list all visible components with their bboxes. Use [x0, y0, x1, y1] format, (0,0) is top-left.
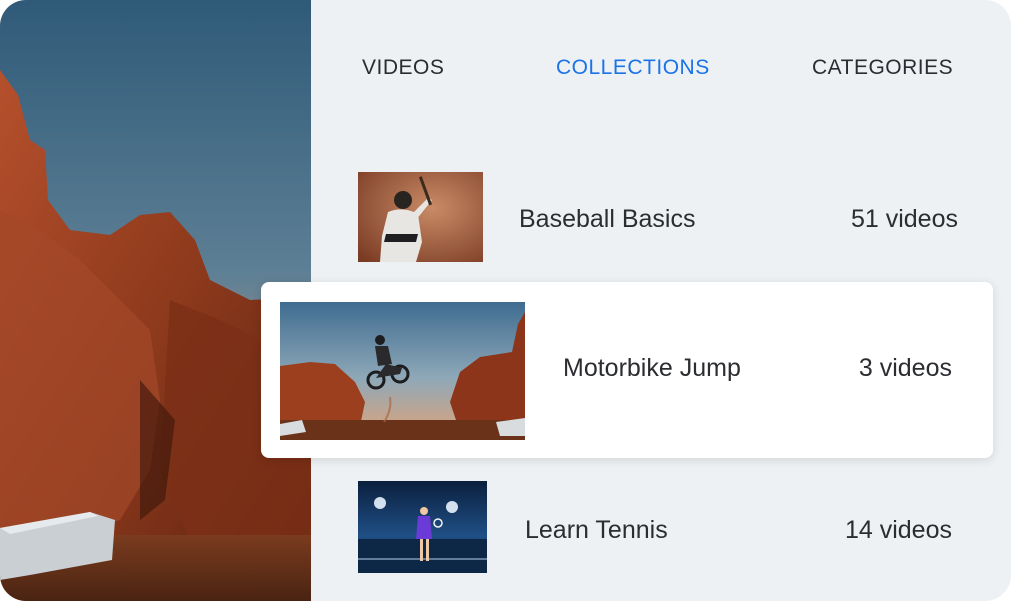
collection-count: 51 videos [850, 205, 958, 233]
collection-row-motorbike[interactable]: Motorbike Jump 3 videos [261, 282, 993, 458]
tab-collections[interactable]: COLLECTIONS [556, 56, 710, 80]
tab-categories[interactable]: CATEGORIES [812, 56, 953, 80]
collection-row-tennis[interactable]: Learn Tennis 14 videos [358, 481, 978, 573]
collection-title: Baseball Basics [519, 205, 696, 233]
collection-title: Learn Tennis [525, 516, 668, 544]
tennis-thumbnail [358, 481, 487, 573]
collection-row-baseball[interactable]: Baseball Basics 51 videos [358, 172, 978, 264]
collection-count: 14 videos [844, 516, 952, 544]
tab-videos[interactable]: VIDEOS [362, 56, 444, 80]
baseball-thumbnail [358, 172, 483, 262]
tab-bar: VIDEOS COLLECTIONS CATEGORIES [311, 56, 1011, 90]
collections-card: VIDEOS COLLECTIONS CATEGORIES Baseball B… [0, 0, 1011, 601]
motorbike-thumbnail [280, 302, 525, 440]
collection-title: Motorbike Jump [563, 354, 741, 382]
collection-count: 3 videos [858, 354, 952, 382]
